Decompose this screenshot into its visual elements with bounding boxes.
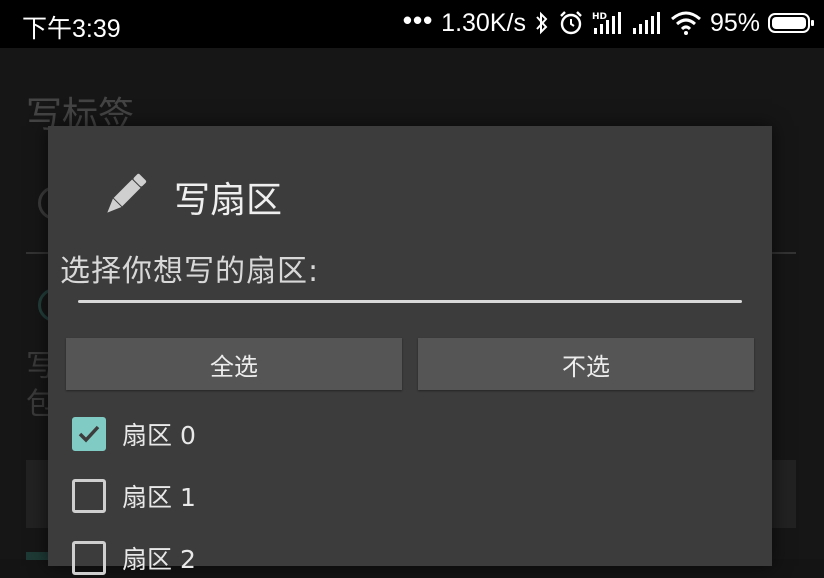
write-sector-dialog: 写扇区 选择你想写的扇区: 全选 不选 扇区 0 扇区 1 扇区 2 (48, 126, 772, 575)
dialog-title: 写扇区 (174, 180, 283, 221)
select-none-button[interactable]: 不选 (418, 338, 754, 390)
sector-input-field[interactable] (78, 300, 742, 303)
battery-percent: 95% (709, 8, 760, 37)
sector-checkbox[interactable] (72, 541, 106, 575)
background-text-fragment: 写包 (26, 349, 50, 422)
sector-checkbox[interactable] (72, 479, 106, 513)
checkmark-icon (78, 425, 100, 443)
sector-label: 扇区 0 (122, 421, 196, 450)
bluetooth-icon (536, 11, 548, 35)
notification-dots: ••• (402, 4, 434, 35)
sector-label: 扇区 1 (122, 483, 196, 512)
select-all-button[interactable]: 全选 (66, 338, 402, 390)
pencil-icon (107, 173, 147, 213)
sector-item-0[interactable]: 扇区 0 (72, 414, 196, 454)
sector-checkbox[interactable] (72, 417, 106, 451)
signal-icon (632, 12, 660, 34)
sector-item-2[interactable]: 扇区 2 (72, 538, 196, 578)
dialog-prompt: 选择你想写的扇区: (60, 254, 320, 289)
alarm-icon (560, 11, 582, 35)
status-time: 下午3:39 (22, 15, 121, 43)
sector-label: 扇区 2 (122, 545, 196, 574)
sector-item-1[interactable]: 扇区 1 (72, 476, 196, 516)
dialog-header: 写扇区 (98, 168, 282, 222)
hd-signal-icon: HD (592, 12, 621, 34)
status-icons: ••• 1.30K/s HD 95% (402, 4, 814, 39)
network-speed: 1.30K/s (441, 8, 526, 37)
svg-text:HD: HD (592, 12, 607, 22)
wifi-icon (670, 11, 701, 35)
battery-icon (768, 13, 814, 33)
status-bar: 下午3:39 ••• 1.30K/s HD 95% (0, 0, 824, 48)
